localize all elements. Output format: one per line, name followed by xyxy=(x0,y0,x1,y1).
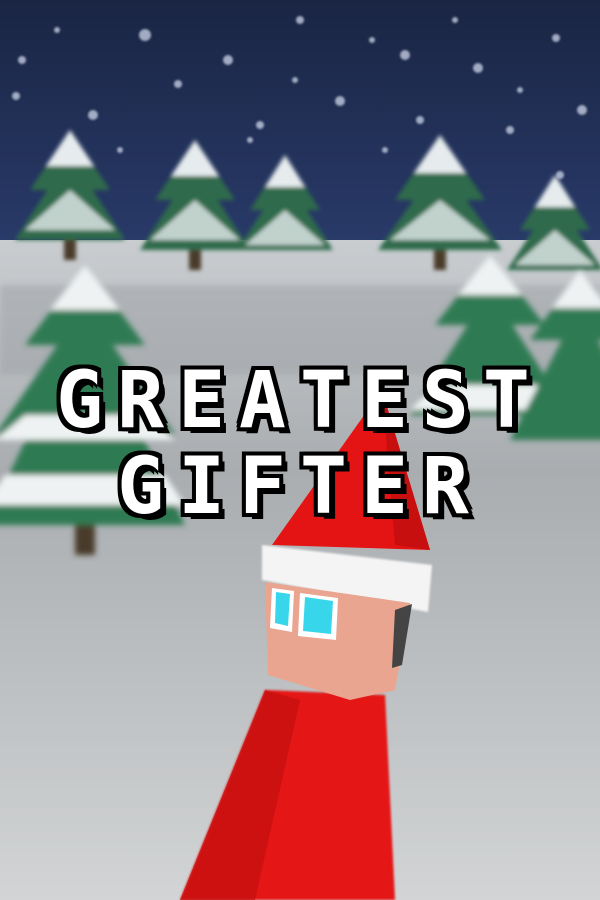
game-cover: GREATEST GIFTER xyxy=(0,0,600,900)
game-title-line-2: GIFTER xyxy=(117,442,483,532)
game-title-line-1: GREATEST xyxy=(56,356,544,446)
